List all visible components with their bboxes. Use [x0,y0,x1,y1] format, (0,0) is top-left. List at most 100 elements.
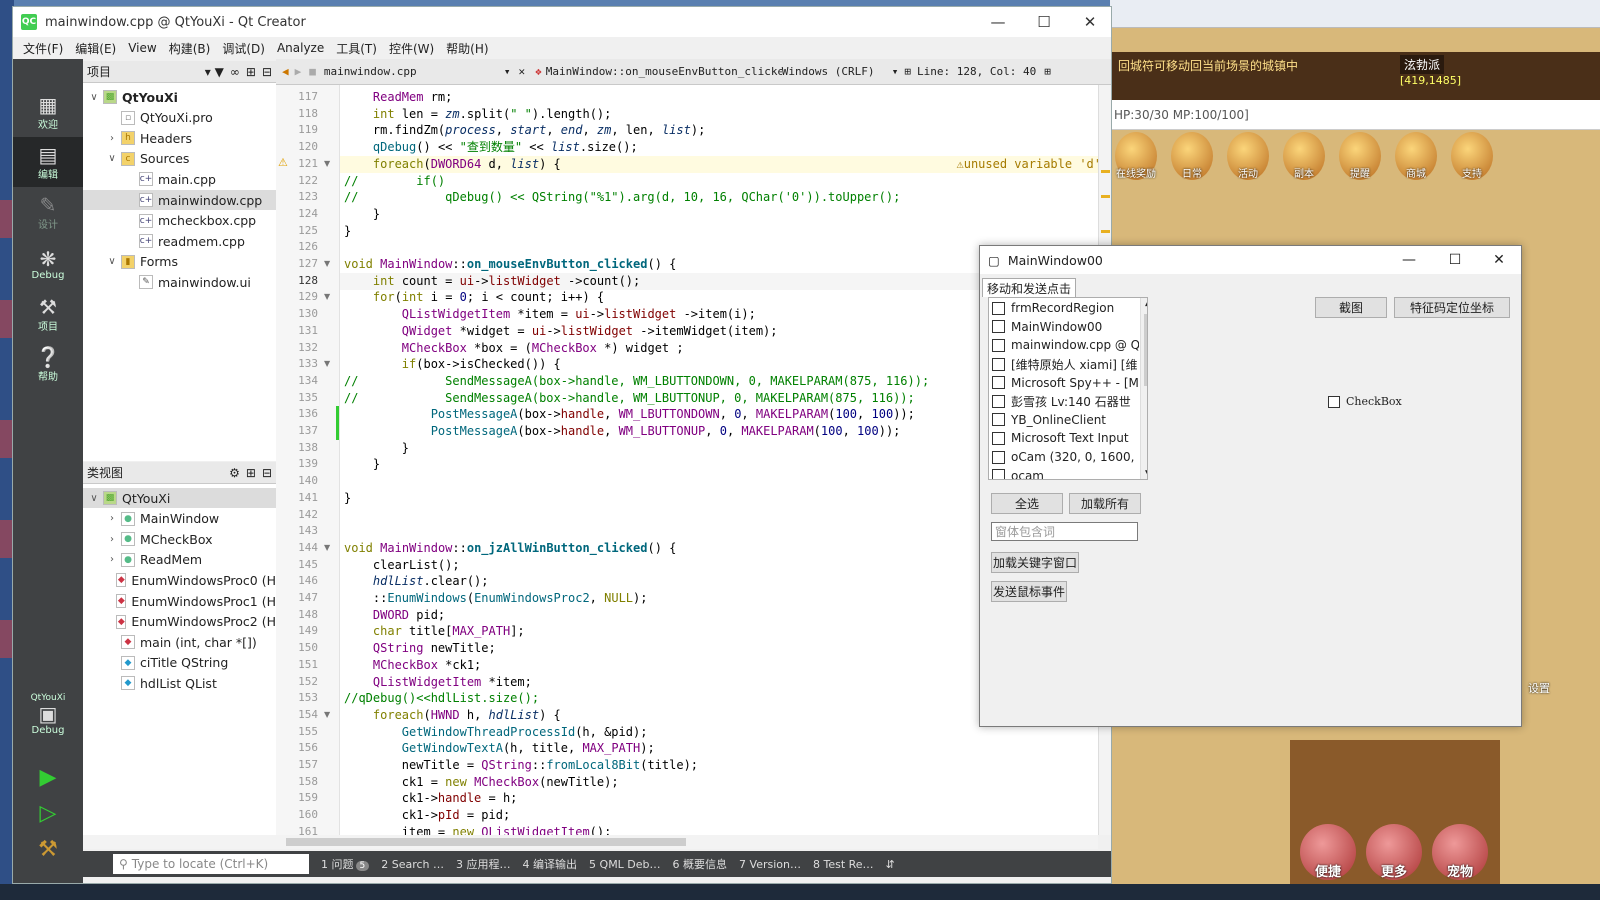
close-pane-icon[interactable]: ⊟ [262,466,272,480]
code-line[interactable]: } [344,223,351,240]
code-line[interactable]: MCheckBox *box = (MCheckBox *) widget ; [344,340,684,357]
checkbox[interactable] [992,413,1005,427]
class-tree-item[interactable]: ◆ EnumWindowsProc2 (H [83,612,276,632]
load-keyword-windows-button[interactable]: 加载关键字窗口 [991,552,1079,573]
close-document-icon[interactable]: ✕ [519,65,526,78]
project-tree-item[interactable]: ▫ QtYouXi.pro [83,108,276,128]
game-icon-shop[interactable]: 商城 [1395,132,1437,180]
chevron-right-icon[interactable]: › [105,133,119,144]
class-tree-item[interactable]: › ● ReadMem [83,550,276,570]
close-button[interactable]: ✕ [1476,246,1522,274]
checkbox-control[interactable]: CheckBox [1325,395,1402,408]
code-line[interactable]: if(box->isChecked()) { [344,356,561,373]
project-pane-header[interactable]: 项目 ▾ ▼ ∞ ⊞ ⊟ [83,61,276,83]
output-tab-qml[interactable]: 5 QML Deb… [583,858,667,871]
code-line[interactable]: for(int i = 0; i < count; i++) { [344,289,604,306]
checkbox[interactable] [992,320,1005,334]
menu-help[interactable]: 帮助(H) [440,40,494,57]
output-tab-version[interactable]: 7 Version… [733,858,807,871]
code-line[interactable]: foreach(HWND h, hdlList) { [344,707,561,724]
checkbox-box[interactable] [1328,395,1340,408]
warning-marker-icon[interactable]: ⚠ [278,156,288,169]
keyword-input[interactable]: 窗体包含词 [991,522,1138,541]
split-editor-icon[interactable]: ⊞ [904,65,911,78]
code-line[interactable]: PostMessageA(box->handle, WM_LBUTTONDOWN… [344,406,915,423]
fold-marker-icon[interactable]: ▼ [324,259,330,268]
code-line[interactable]: clearList(); [344,557,460,574]
class-tree-item[interactable]: ◆ EnumWindowsProc0 (H [83,570,276,590]
game-window-titlebar[interactable] [1110,0,1600,28]
chevron-right-icon[interactable]: › [105,534,119,545]
chevron-down-icon[interactable]: ∨ [105,153,119,164]
code-line[interactable]: //qDebug()<<hdlList.size(); [344,690,539,707]
fold-marker-icon[interactable]: ▼ [324,359,330,368]
chevron-right-icon[interactable]: › [105,554,119,565]
scroll-up-icon[interactable]: ▲ [1141,298,1147,308]
symbol-combo[interactable]: MainWindow::on_mouseEnvButton_clicke… [546,65,782,78]
checkbox[interactable] [992,376,1005,390]
code-line[interactable]: DWORD pid; [344,607,445,624]
window-list-item[interactable]: oCam (320, 0, 1600, 9 [989,448,1139,467]
checkbox[interactable] [992,431,1005,445]
project-tree-item[interactable]: c+ readmem.cpp [83,231,276,251]
minimize-button[interactable]: — [975,7,1021,37]
class-tree-item[interactable]: ◆ main (int, char *[]) [83,632,276,652]
checkbox[interactable] [992,357,1005,371]
dialog-titlebar[interactable]: ▢ MainWindow00 — ☐ ✕ [980,246,1521,274]
line-ending-combo[interactable]: Windows (CRLF) [782,65,892,78]
code-line[interactable]: ck1->pId = pid; [344,807,510,824]
chevron-down-icon[interactable]: ▾ [504,65,511,78]
window-list-item[interactable]: MainWindow00 [989,318,1139,337]
fold-marker-icon[interactable]: ▼ [324,159,330,168]
chevron-right-icon[interactable]: › [105,513,119,524]
window-list-item[interactable]: Microsoft Text Input [989,429,1139,448]
code-line[interactable]: ReadMem rm; [344,89,452,106]
mode-projects[interactable]: ⚒ 项目 [13,289,83,339]
code-line[interactable]: char title[MAX_PATH]; [344,623,525,640]
output-tab-search[interactable]: 2 Search … [375,858,450,871]
output-tab-app-output[interactable]: 3 应用程… [450,856,517,872]
game-icon-online-reward[interactable]: 在线奖励 [1115,132,1157,180]
mode-help[interactable]: ❔ 帮助 [13,339,83,389]
window-list-item[interactable]: ocam [989,466,1139,479]
window-list[interactable]: frmRecordRegion MainWindow00 mainwindow.cp… [988,297,1148,480]
class-tree-item[interactable]: ◆ hdlList QList [83,673,276,693]
tab-move-and-click[interactable]: 移动和发送点击 [982,278,1077,297]
code-line[interactable]: GetWindowTextA(h, title, MAX_PATH); [344,740,655,757]
class-tree-item[interactable]: ◆ ciTitle QString [83,653,276,673]
window-list-item[interactable]: [维特原始人 xiami] [维 [989,355,1139,374]
window-list-item[interactable]: mainwindow.cpp @ Q [989,336,1139,355]
class-tree-item[interactable]: › ● MCheckBox [83,529,276,549]
debug-run-button[interactable]: ▷ [13,795,83,831]
run-button[interactable]: ▶ [13,759,83,795]
split-icon[interactable]: ⊞ [1044,65,1051,78]
cursor-position[interactable]: Line: 128, Col: 40 [917,65,1036,78]
code-line[interactable]: rm.findZm(process, start, end, zm, len, … [344,122,705,139]
minimize-button[interactable]: — [1386,246,1432,274]
code-line[interactable]: ::EnumWindows(EnumWindowsProc2, NULL); [344,590,648,607]
link-icon[interactable]: ∞ [230,65,240,79]
split-icon[interactable]: ⊞ [246,466,256,480]
classview-hscroll[interactable] [83,835,276,849]
project-tree-item[interactable]: c+ mcheckbox.cpp [83,211,276,231]
code-line[interactable]: void MainWindow::on_jzAllWinButton_click… [344,540,676,557]
game-icon-dungeon[interactable]: 副本 [1283,132,1325,180]
project-tree-item[interactable]: ✎ mainwindow.ui [83,272,276,292]
output-tab-summary[interactable]: 6 概要信息 [667,856,734,872]
code-line[interactable]: int len = zm.split(" ").length(); [344,106,611,123]
expand-arrows-icon[interactable]: ⇵ [880,858,901,871]
project-tree-item[interactable]: ∨ ▩ QtYouXi [83,87,276,107]
kit-selector[interactable]: QtYouXi ▣ Debug [13,679,83,749]
send-mouse-event-button[interactable]: 发送鼠标事件 [991,581,1067,602]
code-line[interactable]: qDebug() << "查到数量" << list.size(); [344,139,638,156]
fold-marker-icon[interactable]: ▼ [324,292,330,301]
code-line[interactable]: // SendMessageA(box->handle, WM_LBUTTONU… [344,390,915,407]
scroll-down-icon[interactable]: ▼ [1141,469,1147,479]
checkbox[interactable] [992,394,1005,408]
code-line[interactable]: void MainWindow::on_mouseEnvButton_click… [344,256,676,273]
menu-view[interactable]: View [122,41,162,55]
mode-welcome[interactable]: ▦ 欢迎 [13,87,83,137]
code-line[interactable]: PostMessageA(box->handle, WM_LBUTTONUP, … [344,423,901,440]
screenshot-button[interactable]: 截图 [1315,297,1387,318]
game-icon-daily[interactable]: 日常 [1171,132,1213,180]
